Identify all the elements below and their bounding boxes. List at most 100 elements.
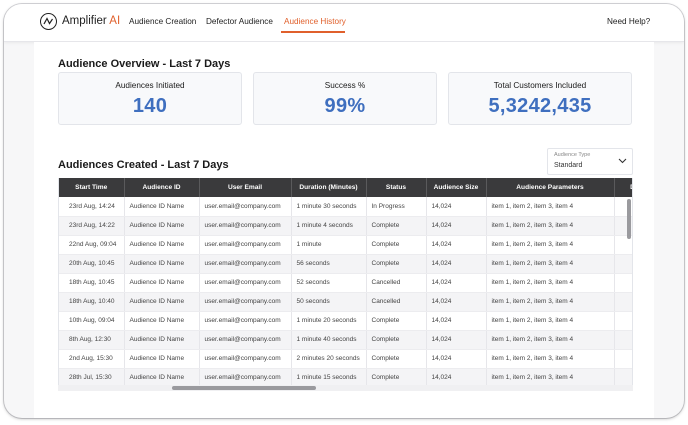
table-cell: 52 seconds xyxy=(291,273,367,293)
table-cell: In Progress xyxy=(366,197,427,217)
table-cell: 14,024 xyxy=(426,197,487,217)
table-cell xyxy=(614,273,632,293)
column-header[interactable]: Status xyxy=(366,178,427,197)
audience-type-select[interactable]: Audience Type Standard xyxy=(547,148,633,175)
table-cell: Cancelled xyxy=(366,273,427,293)
table-cell: 14,024 xyxy=(426,292,487,312)
table-cell: 20th Aug, 10:45 xyxy=(59,254,125,274)
chevron-down-icon xyxy=(618,158,627,164)
column-header[interactable]: User Email xyxy=(199,178,292,197)
table-cell: user.email@company.com xyxy=(199,216,292,236)
table-cell: item 1, item 2, item 3, item 4 xyxy=(486,273,615,293)
table-cell: Complete xyxy=(366,311,427,331)
metric-card-audiences-initiated: Audiences Initiated 140 xyxy=(58,72,242,125)
column-header[interactable]: Start Time xyxy=(59,178,125,197)
table-cell: 2nd Aug, 15:30 xyxy=(59,349,125,369)
horizontal-scroll-thumb[interactable] xyxy=(172,386,316,390)
table-cell: user.email@company.com xyxy=(199,330,292,350)
brand-suffix: AI xyxy=(109,15,121,27)
table-cell: 1 minute 40 seconds xyxy=(291,330,367,350)
table-cell xyxy=(614,254,632,274)
help-link[interactable]: Need Help? xyxy=(607,17,650,26)
table-header-row: Start Time Audience ID User Email Duration … xyxy=(59,178,632,197)
column-header[interactable]: D xyxy=(614,178,632,197)
table-cell: 23rd Aug, 14:24 xyxy=(59,197,125,217)
table-row[interactable]: 20th Aug, 10:45 Audience ID Name user.emai… xyxy=(59,254,632,274)
table-row[interactable]: 23rd Aug, 14:24 Audience ID Name user.emai… xyxy=(59,197,632,217)
table-cell: 14,024 xyxy=(426,273,487,293)
table-cell: 14,024 xyxy=(426,216,487,236)
metric-label: Success % xyxy=(324,81,366,90)
table-cell: item 1, item 2, item 3, item 4 xyxy=(486,254,615,274)
main-content: Audience Overview - Last 7 Days Audience… xyxy=(34,42,654,418)
table-cell: item 1, item 2, item 3, item 4 xyxy=(486,197,615,217)
table-cell: Audience ID Name xyxy=(124,235,200,255)
table-cell: 2 minutes 20 seconds xyxy=(291,349,367,369)
brand-name-text: Amplifier xyxy=(62,15,107,27)
active-tab-indicator xyxy=(281,31,345,33)
table-row[interactable]: 18th Aug, 10:40 Audience ID Name user.emai… xyxy=(59,292,632,312)
metric-label: Audiences Initiated xyxy=(115,81,185,90)
audiences-table-container: Start Time Audience ID User Email Duration … xyxy=(58,178,633,390)
column-header[interactable]: Audience Parameters xyxy=(486,178,615,197)
table-cell: 14,024 xyxy=(426,254,487,274)
table-cell: Audience ID Name xyxy=(124,311,200,331)
table-cell xyxy=(614,292,632,312)
table-row[interactable]: 8th Aug, 12:30 Audience ID Name user.email… xyxy=(59,330,632,350)
table-cell: 22nd Aug, 09:04 xyxy=(59,235,125,255)
table-cell: 18th Aug, 10:45 xyxy=(59,273,125,293)
table-cell: Complete xyxy=(366,254,427,274)
table-cell: Audience ID Name xyxy=(124,216,200,236)
created-title: Audiences Created - Last 7 Days xyxy=(58,159,229,171)
tab-audience-creation[interactable]: Audience Creation xyxy=(129,17,196,26)
brand-name: Amplifier AI xyxy=(62,15,120,27)
table-cell: 1 minute 4 seconds xyxy=(291,216,367,236)
overview-title: Audience Overview - Last 7 Days xyxy=(58,58,231,70)
column-header[interactable]: Audience ID xyxy=(124,178,200,197)
metric-label: Total Customers Included xyxy=(493,81,587,90)
table-cell: user.email@company.com xyxy=(199,273,292,293)
table-cell xyxy=(614,330,632,350)
table-cell: Audience ID Name xyxy=(124,254,200,274)
table-cell: user.email@company.com xyxy=(199,254,292,274)
table-cell: Complete xyxy=(366,349,427,369)
table-row[interactable]: 18th Aug, 10:45 Audience ID Name user.emai… xyxy=(59,273,632,293)
table-cell: 56 seconds xyxy=(291,254,367,274)
table-cell: Complete xyxy=(366,235,427,255)
table-cell: user.email@company.com xyxy=(199,292,292,312)
metric-value: 99% xyxy=(324,95,366,117)
table-cell: 18th Aug, 10:40 xyxy=(59,292,125,312)
table-cell: item 1, item 2, item 3, item 4 xyxy=(486,292,615,312)
table-cell: Audience ID Name xyxy=(124,292,200,312)
metric-value: 140 xyxy=(132,95,168,117)
table-row[interactable]: 22nd Aug, 09:04 Audience ID Name user.emai… xyxy=(59,235,632,255)
column-header[interactable]: Duration (Minutes) xyxy=(291,178,367,197)
table-cell: item 1, item 2, item 3, item 4 xyxy=(486,216,615,236)
tab-audience-history[interactable]: Audience History xyxy=(284,17,346,26)
top-navigation: Amplifier AI Audience Creation Defector … xyxy=(4,4,684,42)
vertical-scroll-thumb[interactable] xyxy=(627,199,631,239)
tab-defector-audience[interactable]: Defector Audience xyxy=(206,17,273,26)
table-row[interactable]: 10th Aug, 09:04 Audience ID Name user.emai… xyxy=(59,311,632,331)
table-cell: item 1, item 2, item 3, item 4 xyxy=(486,330,615,350)
table-cell: Audience ID Name xyxy=(124,349,200,369)
table-cell xyxy=(614,311,632,331)
table-cell: user.email@company.com xyxy=(199,197,292,217)
table-cell: user.email@company.com xyxy=(199,349,292,369)
table-cell: 14,024 xyxy=(426,349,487,369)
table-cell: Cancelled xyxy=(366,292,427,312)
table-cell: user.email@company.com xyxy=(199,235,292,255)
table-cell: user.email@company.com xyxy=(199,311,292,331)
horizontal-scrollbar[interactable] xyxy=(58,385,633,391)
table-row[interactable]: 2nd Aug, 15:30 Audience ID Name user.email… xyxy=(59,349,632,369)
table-cell: 23rd Aug, 14:22 xyxy=(59,216,125,236)
metric-card-total-customers: Total Customers Included 5,3242,435 xyxy=(448,72,632,125)
table-cell: item 1, item 2, item 3, item 4 xyxy=(486,311,615,331)
app-window: Amplifier AI Audience Creation Defector … xyxy=(4,4,684,418)
table-row[interactable]: 23rd Aug, 14:22 Audience ID Name user.emai… xyxy=(59,216,632,236)
select-value: Standard xyxy=(554,162,583,169)
table-cell: Audience ID Name xyxy=(124,330,200,350)
table-cell: Complete xyxy=(366,330,427,350)
column-header[interactable]: Audience Size xyxy=(426,178,487,197)
table-cell: 10th Aug, 09:04 xyxy=(59,311,125,331)
